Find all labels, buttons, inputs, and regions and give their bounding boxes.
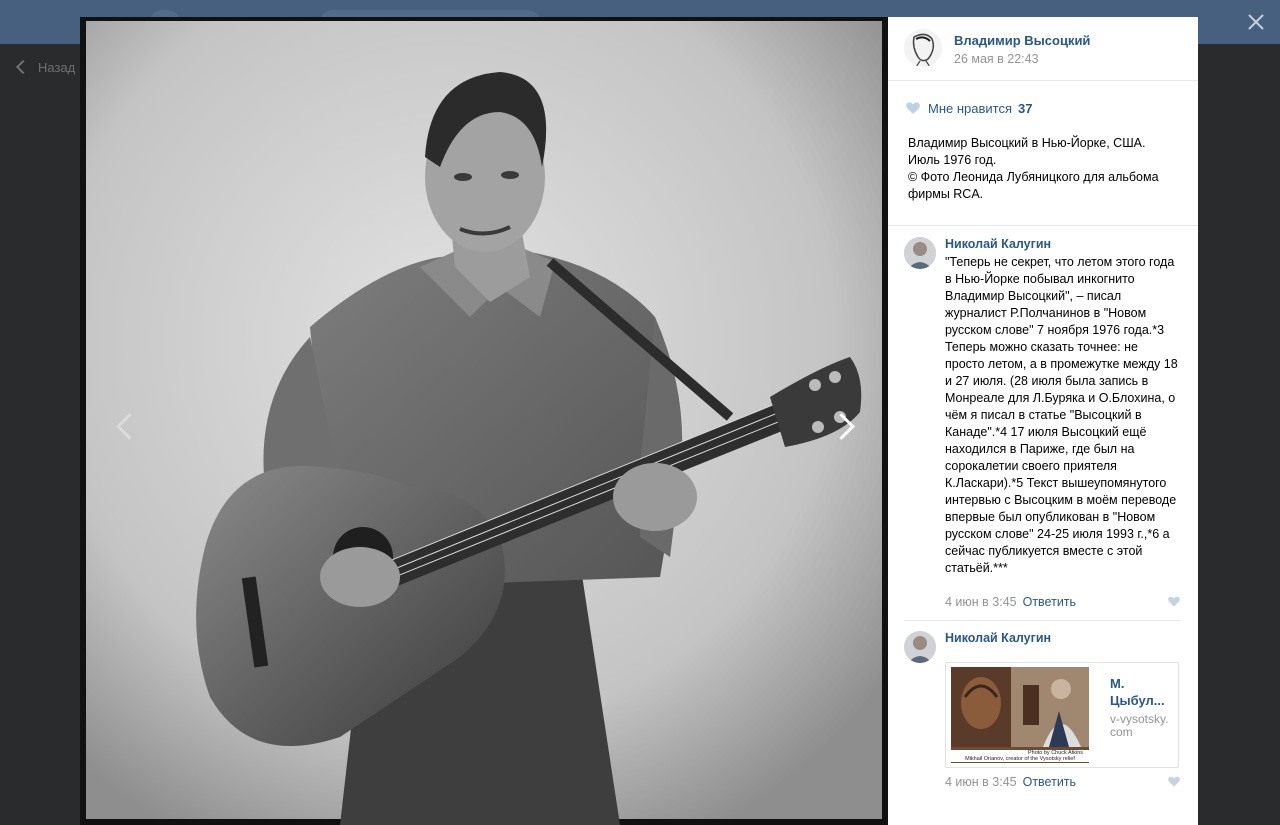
comment-text: "Теперь не секрет, что летом этого года … [945, 255, 1178, 575]
reply-button[interactable]: Ответить [1023, 775, 1076, 789]
like-button[interactable]: Мне нравится 37 [906, 101, 1032, 116]
chevron-left-icon [15, 59, 31, 75]
back-link: Назад [15, 59, 75, 75]
comment-meta: 4 июн в 3:45 Ответить [945, 775, 1180, 789]
previous-photo-button[interactable] [110, 407, 143, 447]
author-name[interactable]: Владимир Высоцкий [954, 33, 1090, 48]
comment-meta: 4 июн в 3:45 Ответить [945, 595, 1180, 609]
link-title[interactable]: М. Цыбул... [1110, 675, 1170, 709]
thumbnail-caption: Photo by Chuck Atkins Mikhail Orianov, cr… [951, 750, 1089, 762]
commenter-name[interactable]: Николай Калугин [945, 237, 1051, 251]
reply-button[interactable]: Ответить [1023, 595, 1076, 609]
portrait-with-guitar-image [80, 17, 888, 825]
like-label: Мне нравится [928, 101, 1013, 116]
divider [904, 620, 1180, 621]
sketch-portrait-icon [904, 29, 942, 67]
link-thumbnail: Photo by Chuck Atkins Mikhail Orianov, cr… [951, 667, 1089, 763]
next-photo-button[interactable] [828, 407, 860, 447]
caption-line: © Фото Леонида Лубяницкого для альбома ф… [908, 170, 1159, 201]
sculptor-with-relief-image [951, 667, 1089, 763]
commenter-name[interactable]: Николай Калугин [945, 631, 1051, 645]
heart-icon[interactable] [1168, 596, 1180, 607]
post-author: Владимир Высоцкий 26 мая в 22:43 [888, 17, 1198, 81]
person-photo-icon [904, 631, 936, 663]
caption-line: Владимир Высоцкий в Нью-Йорке, США. [908, 136, 1146, 150]
heart-icon [906, 102, 920, 114]
photo-caption: Владимир Высоцкий в Нью-Йорке, США. Июль… [908, 135, 1178, 203]
link-attachment[interactable]: Photo by Chuck Atkins Mikhail Orianov, cr… [945, 662, 1179, 768]
comment: Николай Калугин "Теперь не секрет, что л… [904, 237, 1180, 617]
photo [80, 17, 888, 825]
comment-date[interactable]: 4 июн в 3:45 [945, 595, 1017, 609]
heart-icon[interactable] [1168, 776, 1180, 787]
post-date[interactable]: 26 мая в 22:43 [954, 52, 1039, 66]
divider [888, 225, 1198, 226]
person-photo-icon [904, 237, 936, 269]
like-count: 37 [1018, 101, 1033, 116]
close-viewer-button[interactable] [1242, 8, 1270, 36]
photo-viewer: Владимир Высоцкий 26 мая в 22:43 Мне нра… [80, 17, 1198, 825]
commenter-avatar[interactable] [904, 631, 936, 663]
commenter-avatar[interactable] [904, 237, 936, 269]
chevron-right-icon [828, 413, 855, 440]
caption-line: Июль 1976 год. [908, 153, 997, 167]
author-avatar[interactable] [904, 29, 942, 67]
photo-info-panel: Владимир Высоцкий 26 мая в 22:43 Мне нра… [888, 17, 1198, 825]
link-domain: v-vysotsky.com [1110, 712, 1169, 739]
comment-date[interactable]: 4 июн в 3:45 [945, 775, 1017, 789]
chevron-left-icon [116, 413, 143, 440]
